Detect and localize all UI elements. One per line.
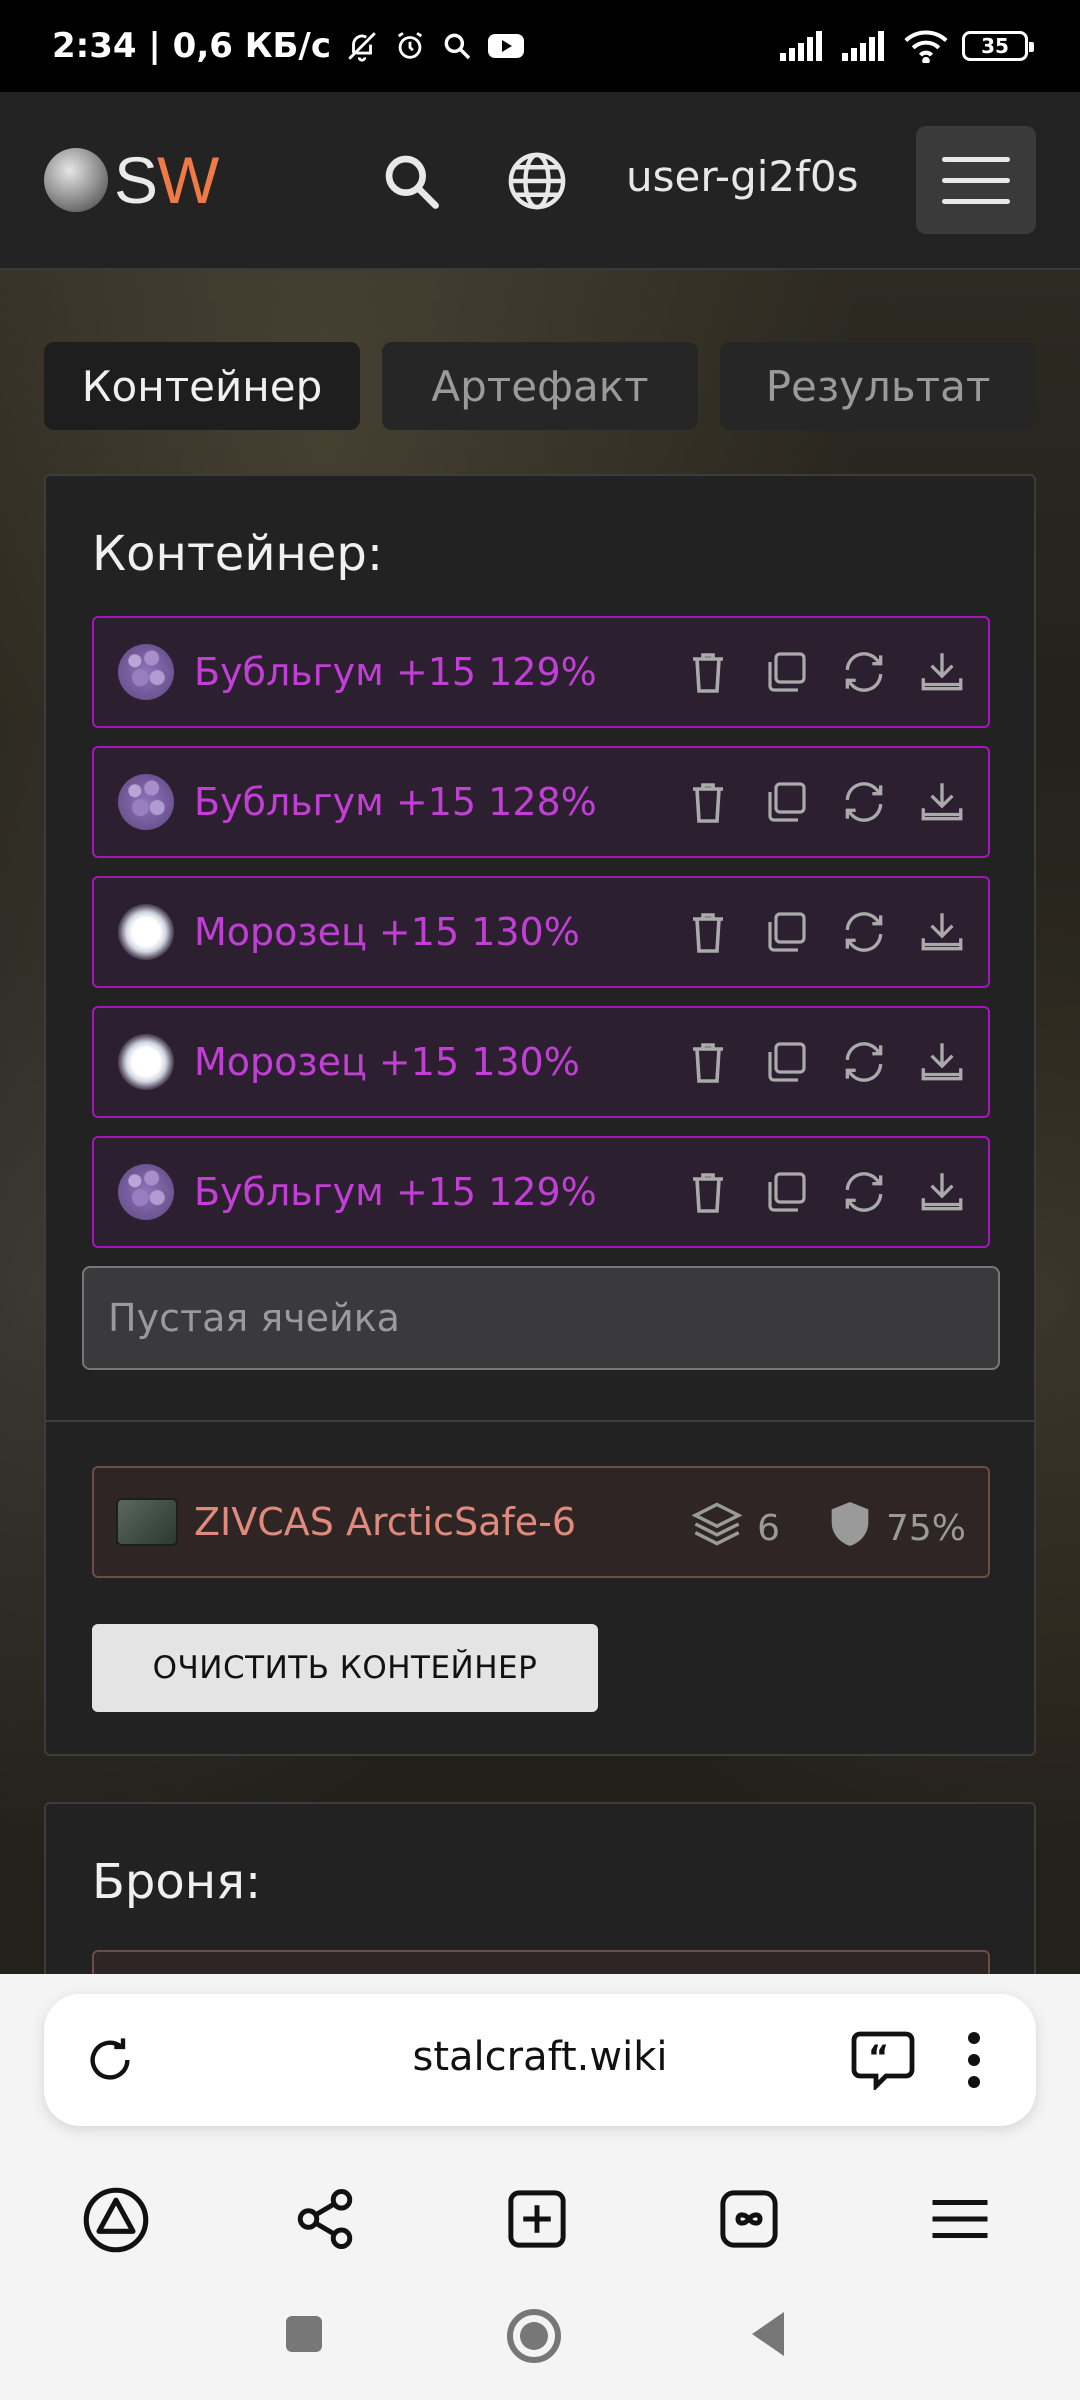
hamburger-menu-button[interactable] [916,126,1036,234]
tab-container[interactable]: Контейнер [44,342,360,430]
alarm-icon [393,29,427,63]
signal-1-icon [780,31,828,61]
artifact-slot[interactable]: Морозец +15 130% [92,876,990,988]
download-icon[interactable] [914,772,970,832]
container-item-row[interactable]: ZIVCAS ArcticSafe-6 6 75% [92,1466,990,1578]
new-tab-icon[interactable] [504,2186,570,2256]
address-bar[interactable]: stalcraft.wiki “ [44,1994,1036,2126]
copy-icon[interactable] [758,902,814,962]
delete-icon[interactable] [680,1032,736,1092]
logo-globe-icon [44,148,108,212]
container-protection: 75% [885,1508,966,1549]
delete-icon[interactable] [680,772,736,832]
artifact-label: Бубльгум +15 129% [194,650,597,694]
page-content: Контейнер Артефакт Результат Контейнер: … [0,270,1080,1974]
container-section-title: Контейнер: [92,526,384,582]
copy-icon[interactable] [758,1032,814,1092]
shield-icon [828,1499,872,1558]
tab-result[interactable]: Результат [720,342,1036,430]
armor-card: Броня: [44,1802,1036,1974]
swap-icon[interactable] [836,1162,892,1222]
search-icon[interactable] [380,150,442,216]
mute-bell-icon [345,29,379,63]
delete-icon[interactable] [680,902,736,962]
battery-indicator: 35 [962,31,1034,61]
tabs-switcher-icon[interactable] [716,2186,782,2256]
empty-cell-input[interactable]: Пустая ячейка [82,1266,1000,1370]
download-icon[interactable] [914,1162,970,1222]
logo-letter-w: W [157,143,219,217]
frost-artifact-icon [118,1034,174,1090]
divider [46,1420,1034,1422]
swap-icon[interactable] [836,772,892,832]
search-status-icon [441,30,473,62]
artifact-slot[interactable]: Бубльгум +15 128% [92,746,990,858]
artifact-label: Морозец +15 130% [194,1040,580,1084]
layers-icon [691,1498,743,1559]
username-link[interactable]: user-gi2f0s [626,152,859,201]
delete-icon[interactable] [680,642,736,702]
container-case-icon [116,1498,178,1546]
site-logo[interactable]: SW [44,142,219,218]
download-icon[interactable] [914,642,970,702]
artifact-slot[interactable]: Бубльгум +15 129% [92,1136,990,1248]
home-icon[interactable] [506,2308,562,2368]
container-card: Контейнер: Бубльгум +15 129% Бубльгум +1… [44,474,1036,1756]
download-icon[interactable] [914,902,970,962]
youtube-icon [487,31,525,61]
logo-letter-s: S [114,143,158,217]
artifact-label: Бубльгум +15 129% [194,1170,597,1214]
browser-toolbar: stalcraft.wiki “ [0,1974,1080,2400]
tab-artifact[interactable]: Артефакт [382,342,698,430]
browser-nav-row [0,2170,1080,2270]
download-icon[interactable] [914,1032,970,1092]
system-nav-bar [0,2304,1080,2384]
artifact-label: Морозец +15 130% [194,910,580,954]
bubblegum-artifact-icon [118,644,174,700]
swap-icon[interactable] [836,642,892,702]
share-icon[interactable] [292,2186,358,2256]
copy-icon[interactable] [758,1162,814,1222]
alice-assistant-icon[interactable] [82,2186,150,2258]
quote-chat-icon[interactable]: “ [850,2030,916,2094]
copy-icon[interactable] [758,642,814,702]
container-capacity: 6 [757,1508,780,1549]
back-icon[interactable] [748,2310,788,2362]
frost-artifact-icon [118,904,174,960]
more-options-icon[interactable] [964,2030,984,2094]
bubblegum-artifact-icon [118,774,174,830]
armor-section-title: Броня: [92,1854,262,1910]
site-header: SW user-gi2f0s [0,92,1080,270]
recent-apps-icon[interactable] [284,2314,324,2358]
bubblegum-artifact-icon [118,1164,174,1220]
swap-icon[interactable] [836,902,892,962]
language-globe-icon[interactable] [504,148,570,218]
wifi-icon [904,29,948,63]
artifact-label: Бубльгум +15 128% [194,780,597,824]
armor-slot[interactable] [92,1950,990,1974]
container-name: ZIVCAS ArcticSafe-6 [194,1500,577,1544]
svg-text:“: “ [868,2038,889,2076]
swap-icon[interactable] [836,1032,892,1092]
browser-menu-icon[interactable] [926,2186,994,2256]
status-bar: 2:34 | 0,6 КБ/с 35 [0,0,1080,92]
copy-icon[interactable] [758,772,814,832]
clear-container-button[interactable]: ОЧИСТИТЬ КОНТЕЙНЕР [92,1624,598,1712]
delete-icon[interactable] [680,1162,736,1222]
status-time: 2:34 | 0,6 КБ/с [52,26,332,66]
signal-2-icon [842,31,890,61]
artifact-slot[interactable]: Бубльгум +15 129% [92,616,990,728]
artifact-slot[interactable]: Морозец +15 130% [92,1006,990,1118]
tab-bar: Контейнер Артефакт Результат [44,342,1036,430]
